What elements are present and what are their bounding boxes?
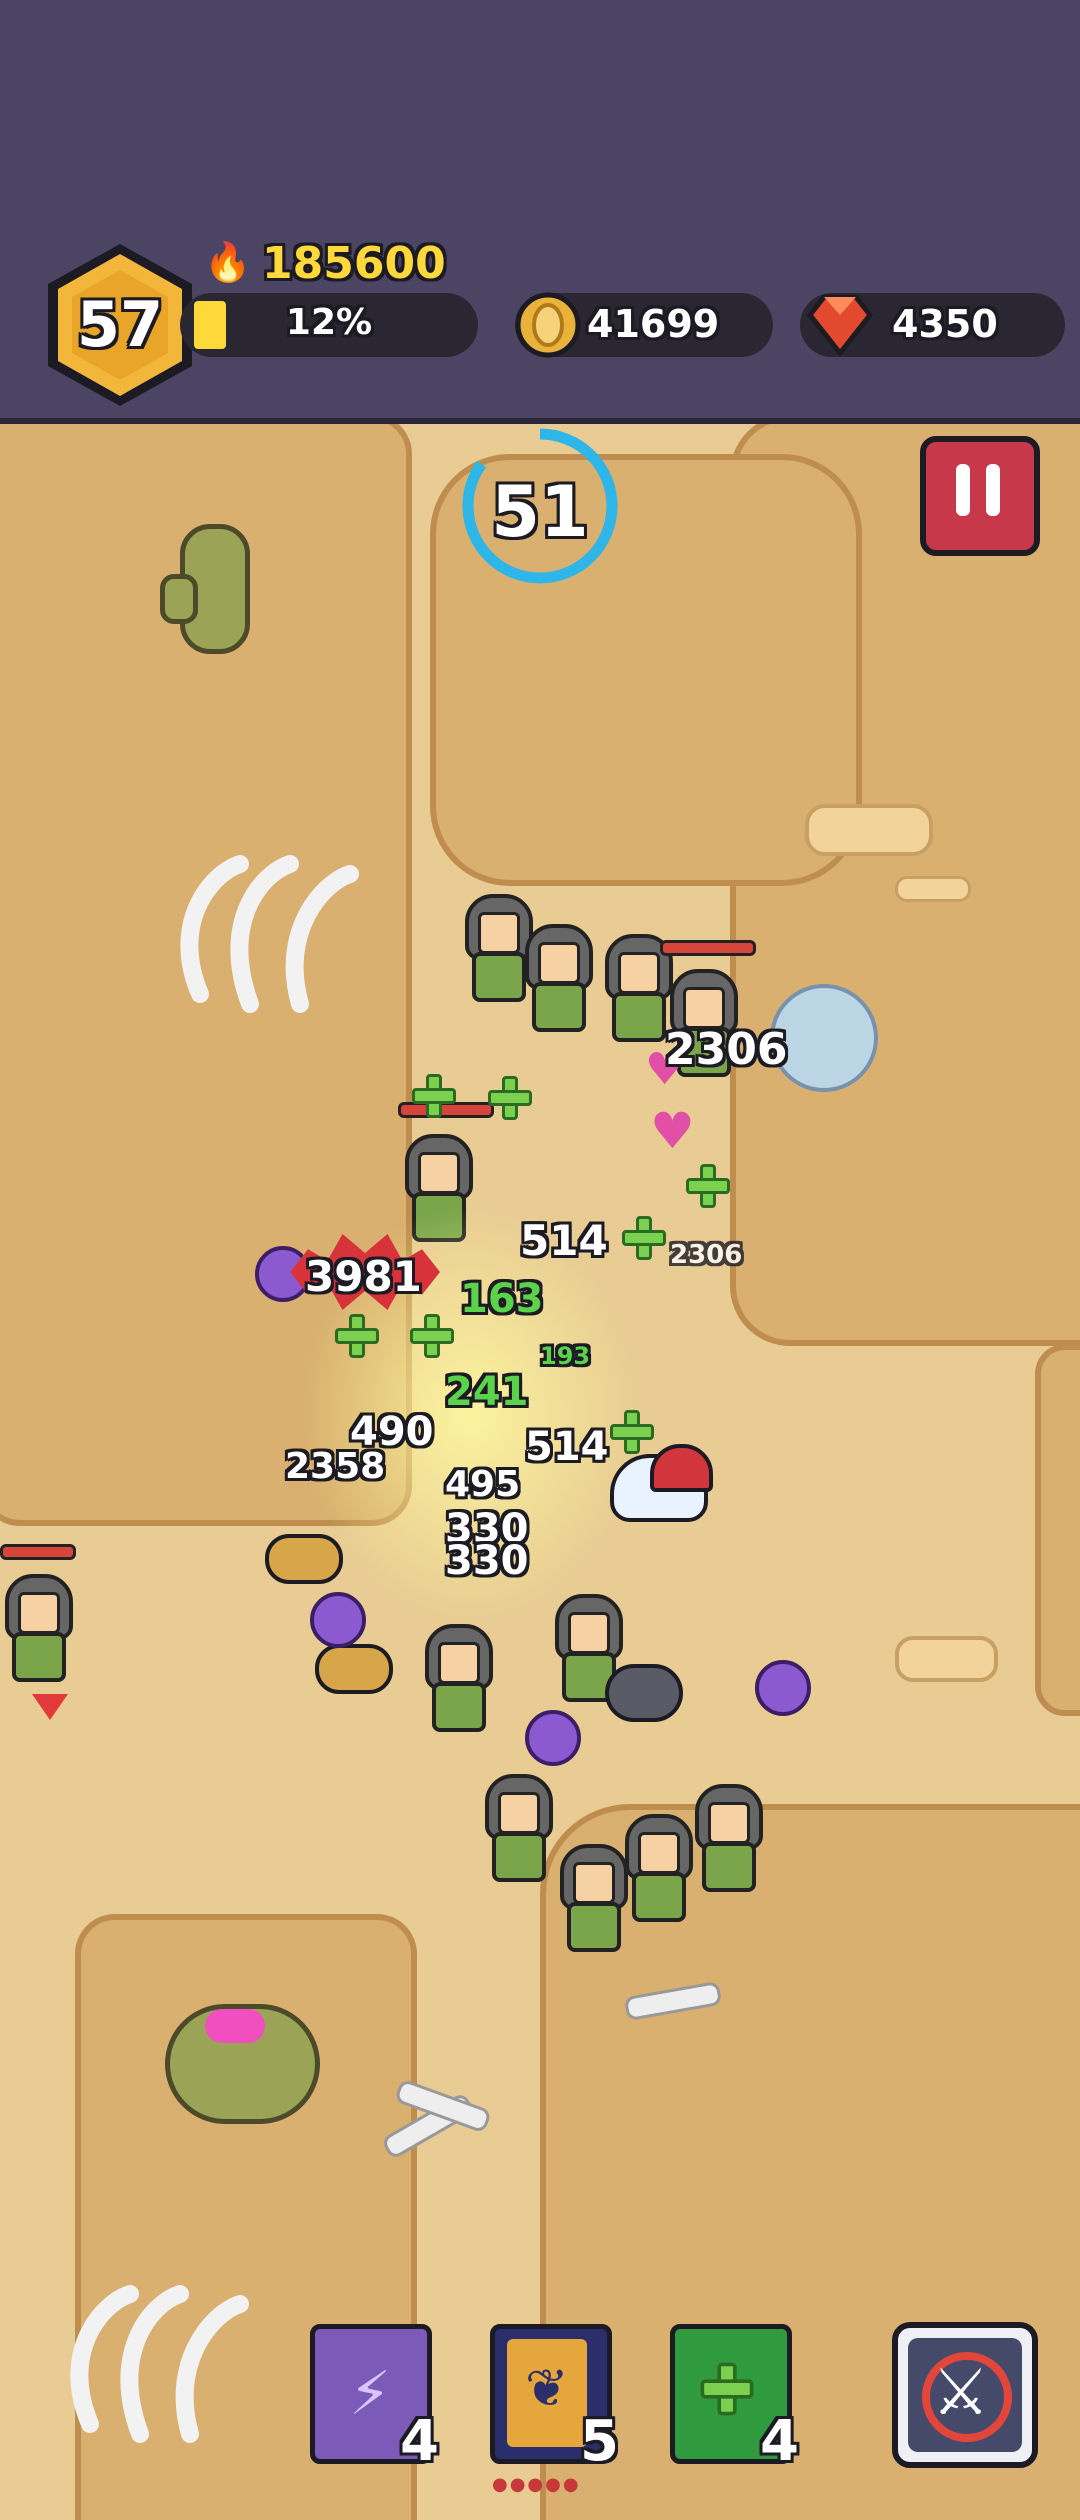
beetle-enemy bbox=[315, 1644, 393, 1694]
damage-number: 330 bbox=[445, 1538, 529, 1584]
heart-icon: ♥ bbox=[650, 1102, 695, 1160]
enemy-health-bar bbox=[0, 1544, 76, 1560]
ribcage-bones-bottom bbox=[70, 2285, 249, 2443]
gold-counter[interactable]: 41699 bbox=[515, 292, 773, 358]
crossbow-soldier bbox=[555, 1844, 628, 1954]
ribcage-bones bbox=[180, 855, 359, 1013]
top-hud: 57 🔥 185600 12% 41699 4350 bbox=[0, 0, 1080, 424]
heal-book-count: 4 bbox=[760, 2409, 799, 2474]
power-value: 185600 bbox=[262, 238, 446, 289]
pink-flower bbox=[205, 2009, 265, 2043]
crossbow-soldier bbox=[0, 1574, 73, 1684]
heal-cross bbox=[335, 1314, 379, 1358]
damage-number: 495 bbox=[445, 1464, 521, 1505]
gem-value: 4350 bbox=[892, 302, 998, 346]
auto-attack-button[interactable]: ⚔ bbox=[892, 2322, 1038, 2468]
damage-number: 2306 bbox=[665, 1024, 788, 1075]
damage-number: 2306 bbox=[670, 1240, 743, 1270]
sandstone-rock-small bbox=[895, 876, 971, 902]
crossbow-soldier bbox=[420, 1624, 493, 1734]
wing-book-level-dots: ●●●●● bbox=[492, 2474, 581, 2495]
heal-cross-icon bbox=[700, 2362, 754, 2416]
slime-hat bbox=[650, 1444, 713, 1492]
wave-timer-value: 51 bbox=[491, 471, 589, 553]
crossbow-soldier bbox=[690, 1784, 763, 1894]
xp-percent: 12% bbox=[285, 302, 373, 343]
rat-enemy bbox=[605, 1664, 683, 1722]
pause-icon bbox=[956, 464, 970, 516]
crossbow-soldier bbox=[480, 1774, 553, 1884]
red-gem-icon bbox=[806, 294, 874, 358]
damage-number: 514 bbox=[520, 1216, 608, 1265]
purple-orb bbox=[755, 1660, 811, 1716]
heal-cross bbox=[686, 1164, 730, 1208]
sandstone-rock bbox=[895, 1636, 998, 1682]
pause-icon-bar bbox=[986, 464, 1000, 516]
heal-cross bbox=[622, 1216, 666, 1260]
lightning-book-count: 4 bbox=[400, 2409, 439, 2474]
damage-number: 514 bbox=[525, 1424, 609, 1470]
heal-cross bbox=[412, 1074, 456, 1118]
heal-cross bbox=[410, 1314, 454, 1358]
damage-number: 2358 bbox=[285, 1446, 386, 1487]
wing-icon: ❦ bbox=[525, 2359, 569, 2419]
damage-number: 3981 bbox=[305, 1252, 422, 1301]
cactus-arm bbox=[160, 574, 198, 624]
lightning-icon: ⚡ bbox=[349, 2359, 392, 2429]
heal-number: 241 bbox=[445, 1369, 529, 1415]
gold-coin-icon bbox=[515, 292, 581, 358]
heal-number: 163 bbox=[460, 1276, 544, 1322]
heal-number: 193 bbox=[540, 1342, 591, 1370]
enemy-down-arrow bbox=[32, 1694, 68, 1720]
crossbow-soldier bbox=[520, 924, 593, 1034]
wing-book-count: 5 bbox=[580, 2409, 619, 2474]
sandstone-rock bbox=[805, 804, 933, 856]
heal-cross bbox=[610, 1410, 654, 1454]
heal-cross bbox=[488, 1076, 532, 1120]
battlefield: 51 ♥ ♥ 2306 3981 514 2306 163 193 241 49… bbox=[0, 424, 1080, 2520]
beetle-enemy bbox=[265, 1534, 343, 1584]
pause-button[interactable] bbox=[920, 436, 1040, 556]
purple-orb bbox=[525, 1710, 581, 1766]
gold-value: 41699 bbox=[587, 302, 720, 346]
dirt-path-far-right bbox=[1035, 1344, 1080, 1716]
enemy-health-bar bbox=[660, 940, 756, 956]
crossbow-soldier bbox=[620, 1814, 693, 1924]
xp-bar: 12% bbox=[180, 293, 478, 357]
purple-orb bbox=[310, 1592, 366, 1648]
gem-counter[interactable]: 4350 bbox=[800, 293, 1065, 358]
flame-icon: 🔥 bbox=[204, 240, 252, 284]
level-number: 57 bbox=[76, 288, 164, 361]
sword-cancel-icon: ⚔ bbox=[932, 2356, 990, 2430]
